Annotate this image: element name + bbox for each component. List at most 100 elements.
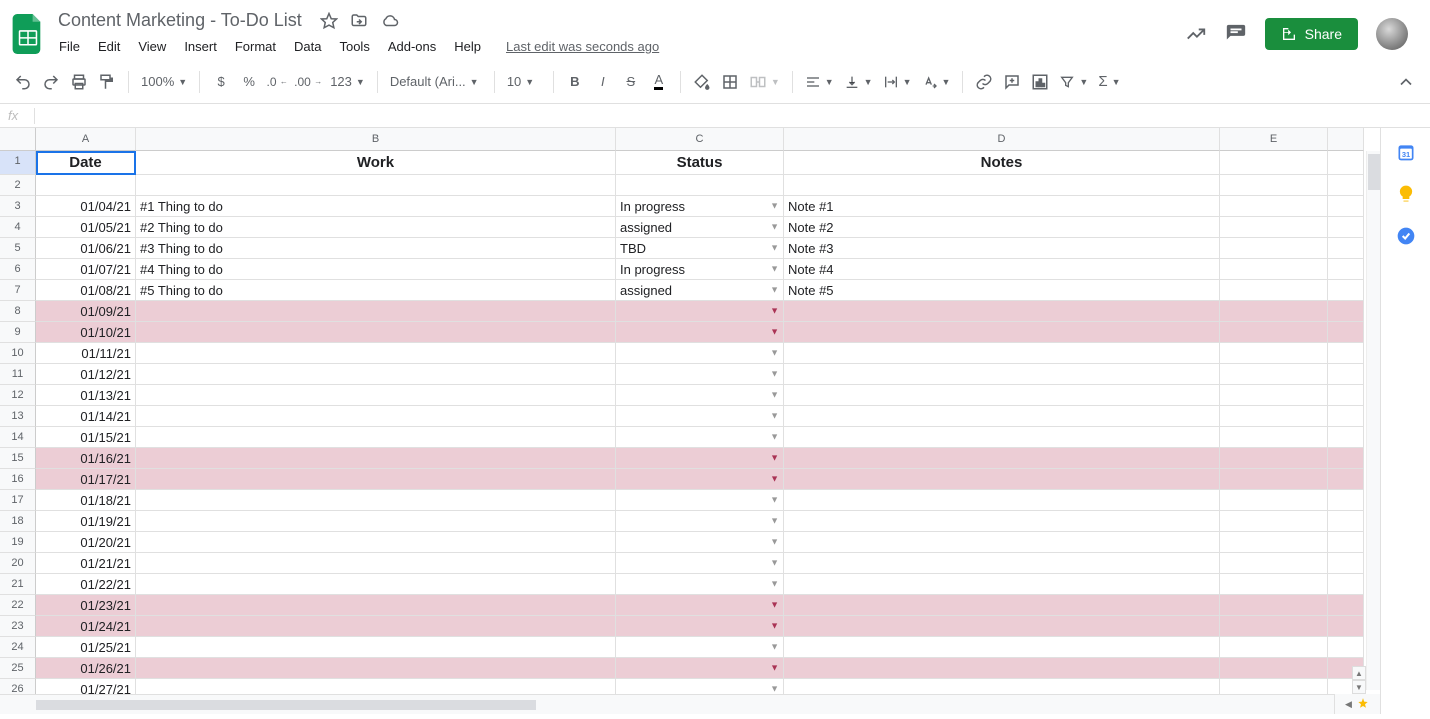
cell[interactable]: [784, 532, 1220, 553]
vertical-align-button[interactable]: ▼: [840, 74, 877, 90]
star-icon[interactable]: [320, 12, 338, 30]
row-header[interactable]: 13: [0, 406, 36, 427]
menu-insert[interactable]: Insert: [177, 35, 224, 58]
cell[interactable]: [1328, 259, 1364, 280]
dropdown-arrow-icon[interactable]: ▼: [770, 196, 779, 217]
cell[interactable]: 01/07/21: [36, 259, 136, 280]
cell[interactable]: #1 Thing to do: [136, 196, 616, 217]
cell[interactable]: [1328, 238, 1364, 259]
row-header[interactable]: 17: [0, 490, 36, 511]
cell[interactable]: #4 Thing to do: [136, 259, 616, 280]
cell[interactable]: [1328, 469, 1364, 490]
cell[interactable]: 01/09/21: [36, 301, 136, 322]
cell[interactable]: [784, 469, 1220, 490]
cell[interactable]: [1220, 280, 1328, 301]
cell[interactable]: [784, 637, 1220, 658]
font-family-dropdown[interactable]: Default (Ari...▼: [386, 74, 486, 89]
cell[interactable]: [1328, 511, 1364, 532]
cell[interactable]: [1328, 175, 1364, 196]
vertical-scrollbar[interactable]: [1366, 151, 1380, 690]
row-header[interactable]: 8: [0, 301, 36, 322]
row-header[interactable]: 20: [0, 553, 36, 574]
collapse-toolbar-button[interactable]: [1392, 68, 1420, 96]
cell[interactable]: [136, 595, 616, 616]
column-header-A[interactable]: A: [36, 128, 136, 151]
cell[interactable]: [1220, 532, 1328, 553]
cell[interactable]: 01/18/21: [36, 490, 136, 511]
row-header[interactable]: 16: [0, 469, 36, 490]
cell[interactable]: ▼: [616, 448, 784, 469]
cell[interactable]: [784, 301, 1220, 322]
dropdown-arrow-icon[interactable]: ▼: [770, 259, 779, 280]
decrease-decimal-button[interactable]: .0 ←: [264, 69, 290, 95]
menu-tools[interactable]: Tools: [332, 35, 376, 58]
cell[interactable]: 01/23/21: [36, 595, 136, 616]
cell[interactable]: 01/15/21: [36, 427, 136, 448]
dropdown-arrow-icon[interactable]: ▼: [770, 364, 779, 385]
cell[interactable]: [136, 658, 616, 679]
text-wrap-button[interactable]: ▼: [879, 74, 916, 90]
cell[interactable]: [784, 658, 1220, 679]
cell[interactable]: ▼: [616, 406, 784, 427]
cell[interactable]: #3 Thing to do: [136, 238, 616, 259]
cell[interactable]: [784, 448, 1220, 469]
cell[interactable]: [1328, 385, 1364, 406]
cell[interactable]: 01/12/21: [36, 364, 136, 385]
cell[interactable]: ▼: [616, 637, 784, 658]
cell[interactable]: [784, 490, 1220, 511]
cell[interactable]: ▼: [616, 364, 784, 385]
cell[interactable]: [136, 385, 616, 406]
cell[interactable]: [1328, 637, 1364, 658]
cell[interactable]: [1328, 553, 1364, 574]
increase-decimal-button[interactable]: .00 →: [292, 69, 324, 95]
cell[interactable]: [616, 175, 784, 196]
cell[interactable]: [1328, 574, 1364, 595]
cell[interactable]: [784, 406, 1220, 427]
cell[interactable]: [1220, 658, 1328, 679]
cell[interactable]: 01/20/21: [36, 532, 136, 553]
menu-add-ons[interactable]: Add-ons: [381, 35, 443, 58]
explore-button[interactable]: ◀: [1334, 694, 1380, 714]
sheet-tabs-bar[interactable]: [0, 694, 1380, 714]
dropdown-arrow-icon[interactable]: ▼: [770, 637, 779, 658]
strikethrough-button[interactable]: S: [618, 69, 644, 95]
cell[interactable]: 01/16/21: [36, 448, 136, 469]
dropdown-arrow-icon[interactable]: ▼: [770, 448, 779, 469]
select-all-corner[interactable]: [0, 128, 36, 151]
cell[interactable]: [1220, 616, 1328, 637]
cell[interactable]: [784, 427, 1220, 448]
doc-title[interactable]: Content Marketing - To-Do List: [52, 8, 308, 33]
row-header[interactable]: 7: [0, 280, 36, 301]
row-header[interactable]: 10: [0, 343, 36, 364]
row-header[interactable]: 22: [0, 595, 36, 616]
functions-button[interactable]: Σ▼: [1094, 73, 1124, 90]
cell[interactable]: [1328, 448, 1364, 469]
horizontal-align-button[interactable]: ▼: [801, 74, 838, 90]
cell[interactable]: 01/21/21: [36, 553, 136, 574]
column-header-E[interactable]: E: [1220, 128, 1328, 151]
cell[interactable]: [136, 343, 616, 364]
cell[interactable]: Notes: [784, 151, 1220, 175]
cell[interactable]: 01/08/21: [36, 280, 136, 301]
spreadsheet-grid[interactable]: ABCDE1DateWorkStatusNotes2301/04/21#1 Th…: [0, 128, 1380, 714]
cell[interactable]: ▼: [616, 511, 784, 532]
dropdown-arrow-icon[interactable]: ▼: [770, 322, 779, 343]
cell[interactable]: ▼: [616, 532, 784, 553]
scroll-up-button[interactable]: ▲: [1352, 666, 1366, 680]
cell[interactable]: ▼: [616, 553, 784, 574]
dropdown-arrow-icon[interactable]: ▼: [770, 385, 779, 406]
cell[interactable]: [1328, 280, 1364, 301]
cell[interactable]: [136, 511, 616, 532]
cell[interactable]: 01/04/21: [36, 196, 136, 217]
cell[interactable]: [1220, 574, 1328, 595]
zoom-dropdown[interactable]: 100%▼: [137, 74, 191, 89]
dropdown-arrow-icon[interactable]: ▼: [770, 343, 779, 364]
text-color-button[interactable]: A: [646, 69, 672, 95]
cell[interactable]: assigned▼: [616, 280, 784, 301]
redo-button[interactable]: [38, 69, 64, 95]
text-rotation-button[interactable]: ▼: [918, 74, 955, 90]
cell[interactable]: ▼: [616, 427, 784, 448]
cell[interactable]: [1220, 385, 1328, 406]
cell[interactable]: ▼: [616, 301, 784, 322]
row-header[interactable]: 2: [0, 175, 36, 196]
